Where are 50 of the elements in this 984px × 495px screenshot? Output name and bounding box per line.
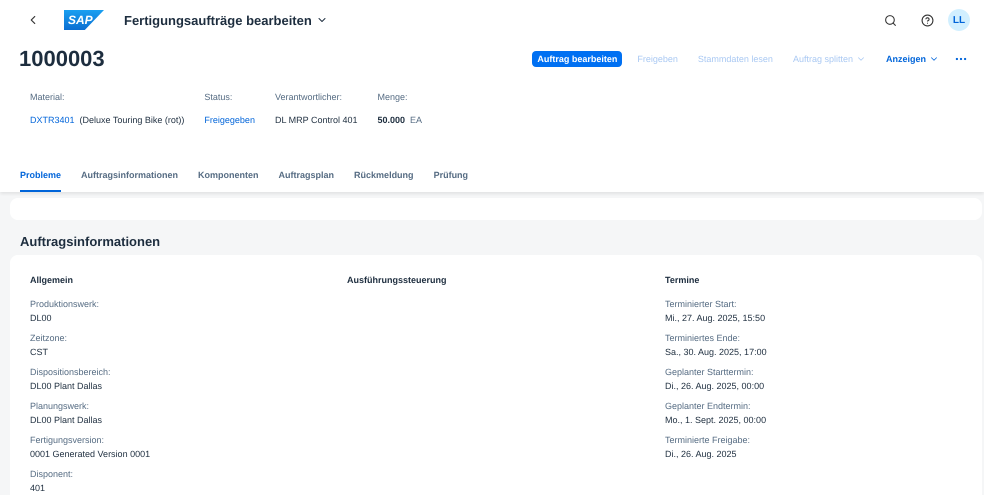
attribute-label: Status: — [204, 92, 234, 102]
field-value: DL00 Plant Dallas — [30, 381, 104, 391]
sap-logo[interactable]: SAP — [64, 10, 104, 30]
tab[interactable]: Rückmeldung — [354, 170, 414, 192]
field-value: 401 — [30, 483, 46, 493]
section-title: Auftragsinformationen — [20, 234, 162, 249]
field-label: Zeitzone: — [30, 333, 68, 343]
tab[interactable]: Prüfung — [434, 170, 468, 192]
tab[interactable]: Auftragsplan — [278, 170, 334, 192]
tab[interactable]: Probleme — [20, 170, 62, 192]
group-title: Ausführungssteuerung — [347, 275, 448, 285]
attribute-link[interactable]: Freigegeben — [204, 115, 255, 125]
object-title: 1000003 — [19, 46, 105, 72]
field-value: CST — [30, 347, 49, 357]
group-title: Termine — [665, 275, 700, 285]
field-label: Fertigungsversion: — [30, 435, 106, 445]
field-value: Sa., 30. Aug. 2025, 17:00 — [665, 347, 768, 357]
field-label: Terminiertes Ende: — [665, 333, 742, 343]
help-icon[interactable] — [921, 14, 934, 26]
field-label: Produktionswerk: — [30, 299, 100, 309]
tab[interactable]: Auftragsinformationen — [81, 170, 178, 192]
search-icon[interactable] — [884, 14, 897, 26]
quantity-unit: EA — [410, 115, 422, 125]
attribute-label: Verantwortlicher: — [274, 92, 343, 102]
group-title: Allgemein — [30, 275, 74, 285]
field-label: Terminierte Freigabe: — [665, 435, 752, 445]
field-value: Di., 26. Aug. 2025 — [665, 449, 738, 459]
attribute-link[interactable]: DXTR3401 — [30, 115, 75, 125]
field-label: Disponent: — [30, 469, 74, 479]
field-value: DL00 — [30, 313, 53, 323]
field-value: Mi., 27. Aug. 2025, 15:50 — [665, 313, 766, 323]
field-label: Planungswerk: — [30, 401, 90, 411]
field-value: Mo., 1. Sept. 2025, 00:00 — [665, 415, 768, 425]
field-value: Di., 26. Aug. 2025, 00:00 — [665, 381, 766, 391]
field-label: Geplanter Endtermin: — [665, 401, 752, 411]
action-button[interactable]: Auftrag bearbeiten — [532, 51, 622, 67]
attribute-description: (Deluxe Touring Bike (rot)) — [80, 115, 184, 125]
action-button[interactable]: Anzeigen — [880, 51, 944, 67]
attribute-label: Menge: — [378, 92, 409, 102]
field-label: Dispositionsbereich: — [30, 367, 112, 377]
attribute-label: Material: — [30, 92, 66, 102]
quantity-value: 50.000 — [378, 115, 406, 125]
field-label: Geplanter Starttermin: — [665, 367, 755, 377]
field-value: 0001 Generated Version 0001 — [30, 449, 152, 459]
attribute-value: DL MRP Control 401 — [274, 115, 358, 125]
app-title-menu[interactable]: Fertigungsaufträge bearbeiten — [124, 12, 328, 28]
user-avatar[interactable]: LL — [948, 9, 970, 31]
tab[interactable]: Komponenten — [198, 170, 259, 192]
field-value: DL00 Plant Dallas — [30, 415, 104, 425]
field-label: Terminierter Start: — [665, 299, 738, 309]
